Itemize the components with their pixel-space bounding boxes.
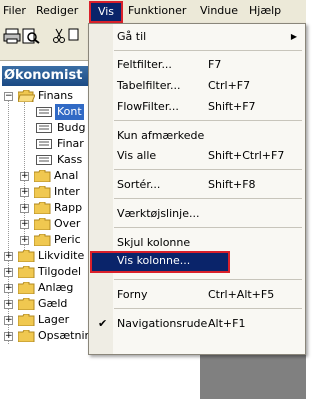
tree-label: Kass	[57, 153, 83, 166]
menu-item-feltfilter[interactable]: Feltfilter... F7	[89, 55, 305, 75]
tree-label: Gæld	[38, 297, 68, 310]
menu-item-shortcut: F7	[208, 58, 222, 71]
tree-label: Finans	[38, 89, 73, 102]
menu-filer[interactable]: Filer	[3, 4, 26, 18]
tree-label: Anlæg	[38, 281, 74, 294]
menu-funktioner[interactable]: Funktioner	[128, 4, 186, 18]
expand-icon[interactable]: +	[4, 268, 13, 277]
menu-item-shortcut: Shift+F7	[208, 100, 256, 113]
menu-item-label: Gå til	[117, 30, 147, 43]
menu-item-tabelfilter[interactable]: Tabelfilter... Ctrl+F7	[89, 76, 305, 96]
menu-item-label: Vis kolonne...	[117, 254, 191, 267]
menu-separator	[114, 169, 302, 170]
expand-icon[interactable]: +	[20, 236, 29, 245]
folder-icon	[34, 170, 51, 182]
menu-item-kun-afmaerkede[interactable]: Kun afmærkede	[89, 126, 305, 146]
menu-item-shortcut: Ctrl+F7	[208, 79, 251, 92]
tree-label: Budg	[57, 121, 86, 134]
collapse-icon[interactable]: −	[4, 92, 13, 101]
tree-label: Anal	[54, 169, 79, 182]
folder-icon	[18, 330, 35, 342]
folder-open-icon	[18, 90, 35, 102]
tree-label: Likvidite	[38, 249, 85, 262]
menu-item-label: FlowFilter...	[117, 100, 179, 113]
menu-separator	[114, 308, 302, 309]
menu-separator	[114, 50, 302, 51]
expand-icon[interactable]: +	[20, 220, 29, 229]
menu-item-label: Forny	[117, 288, 148, 301]
menu-separator	[114, 198, 302, 199]
menu-bar: Filer Rediger Vis Funktioner Vindue Hjæl…	[0, 0, 306, 23]
folder-icon	[18, 314, 35, 326]
menu-separator	[114, 120, 302, 121]
expand-icon[interactable]: +	[4, 332, 13, 341]
print-icon[interactable]	[3, 28, 21, 44]
folder-icon	[18, 298, 35, 310]
folder-icon	[34, 202, 51, 214]
menu-item-flowfilter[interactable]: FlowFilter... Shift+F7	[89, 97, 305, 117]
tree-label: Over	[54, 217, 81, 230]
expand-icon[interactable]: +	[4, 316, 13, 325]
expand-icon[interactable]: +	[20, 188, 29, 197]
menu-vindue[interactable]: Vindue	[200, 4, 238, 18]
cut-icon[interactable]	[50, 28, 68, 44]
folder-icon	[18, 282, 35, 294]
print-preview-icon[interactable]	[22, 28, 40, 44]
expand-icon[interactable]: +	[20, 204, 29, 213]
check-icon: ✔	[98, 317, 108, 330]
expand-icon[interactable]: +	[4, 252, 13, 261]
form-icon	[36, 155, 52, 165]
menu-item-goto[interactable]: Gå til ▶	[89, 27, 305, 47]
tree-label: Kont	[55, 104, 84, 120]
menu-item-skjul-kolonne[interactable]: Skjul kolonne	[89, 233, 305, 253]
menu-item-label: Værktøjslinje...	[117, 207, 200, 220]
menu-item-shortcut: Shift+F8	[208, 178, 256, 191]
menu-hjaelp[interactable]: Hjælp	[249, 4, 281, 18]
menu-item-shortcut: Alt+F1	[208, 317, 246, 330]
menu-item-vis-alle[interactable]: Vis alle Shift+Ctrl+F7	[89, 146, 305, 166]
submenu-arrow-icon: ▶	[290, 32, 297, 41]
expand-icon[interactable]: +	[4, 284, 13, 293]
menu-item-label: Skjul kolonne	[117, 236, 191, 249]
menu-item-label: Navigationsrude	[117, 317, 208, 330]
menu-vis[interactable]: Vis	[89, 1, 123, 23]
menu-item-label: Kun afmærkede	[117, 129, 205, 142]
tree-label: Finar	[57, 137, 84, 150]
menu-item-shortcut: Shift+Ctrl+F7	[208, 149, 285, 162]
form-icon	[36, 107, 52, 117]
tree-label: Rapp	[54, 201, 83, 214]
form-icon	[36, 139, 52, 149]
menu-item-forny[interactable]: Forny Ctrl+Alt+F5	[89, 285, 305, 305]
menu-item-label: Vis alle	[117, 149, 157, 162]
menu-item-shortcut: Ctrl+Alt+F5	[208, 288, 275, 301]
folder-icon	[34, 218, 51, 230]
menu-item-vis-kolonne[interactable]: Vis kolonne...	[90, 251, 230, 273]
expand-icon[interactable]: +	[4, 300, 13, 309]
menu-item-vaerktojslinje[interactable]: Værktøjslinje...	[89, 204, 305, 224]
folder-icon	[18, 266, 35, 278]
expand-icon[interactable]: +	[20, 172, 29, 181]
menu-item-sorter[interactable]: Sortér... Shift+F8	[89, 175, 305, 195]
tree-label: Lager	[38, 313, 70, 326]
menu-separator	[114, 279, 302, 280]
menu-item-label: Feltfilter...	[117, 58, 172, 71]
folder-icon	[34, 234, 51, 246]
menu-item-label: Tabelfilter...	[117, 79, 181, 92]
tree-label: Tilgodel	[38, 265, 82, 278]
menu-item-navigationsrude[interactable]: ✔ Navigationsrude Alt+F1	[89, 314, 305, 334]
vis-dropdown-menu: Gå til ▶ Feltfilter... F7 Tabelfilter...…	[88, 23, 306, 355]
copy-icon[interactable]	[68, 28, 86, 44]
tree-label: Inter	[54, 185, 80, 198]
menu-item-label: Sortér...	[117, 178, 161, 191]
menu-rediger[interactable]: Rediger	[36, 4, 78, 18]
tree-label: Peric	[54, 233, 81, 246]
form-icon	[36, 123, 52, 133]
folder-icon	[18, 250, 35, 262]
menu-separator	[114, 227, 302, 228]
folder-icon	[34, 186, 51, 198]
